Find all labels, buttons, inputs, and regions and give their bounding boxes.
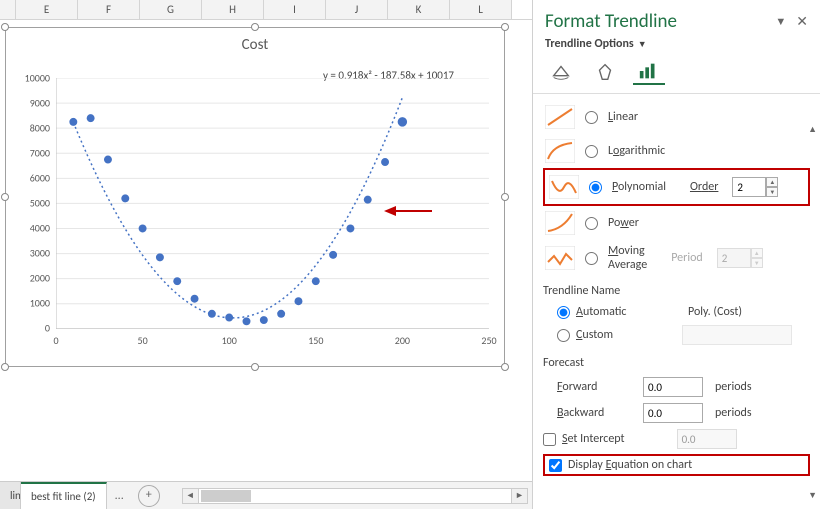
col-I[interactable]: I <box>264 0 326 19</box>
sheet-tab-active[interactable]: best fit line (2) <box>21 482 107 509</box>
col-H[interactable]: H <box>202 0 264 19</box>
logarithmic-label[interactable]: Logarithmic <box>608 144 665 158</box>
power-icon <box>543 210 577 236</box>
polynomial-label[interactable]: Polynomial <box>612 180 666 194</box>
set-intercept-value: 0.0 <box>677 429 737 449</box>
format-trendline-panel: Format Trendline ▼ ✕ Trendline Options ▼… <box>532 0 820 509</box>
moving-average-icon <box>543 245 577 271</box>
order-up[interactable]: ▲ <box>766 177 778 187</box>
order-down[interactable]: ▼ <box>766 187 778 197</box>
linear-label[interactable]: Linear <box>608 110 638 124</box>
forward-unit: periods <box>715 380 752 394</box>
automatic-name-value: Poly. (Cost) <box>688 305 742 319</box>
linear-radio[interactable] <box>585 111 598 124</box>
trendline-name-section: Trendline Name <box>543 276 810 302</box>
forward-label: Forward <box>557 380 637 394</box>
close-icon[interactable]: ✕ <box>796 13 808 30</box>
custom-label[interactable]: Custom <box>576 328 656 342</box>
chevron-down-icon[interactable]: ▼ <box>636 39 647 50</box>
resize-handle[interactable] <box>1 23 9 31</box>
period-input <box>717 248 751 268</box>
automatic-label[interactable]: Automatic <box>576 305 656 319</box>
col-J[interactable]: J <box>326 0 388 19</box>
custom-name-input[interactable] <box>682 325 792 345</box>
backward-label: Backward <box>557 406 637 420</box>
moving-average-radio[interactable] <box>585 252 598 265</box>
col-F[interactable]: F <box>78 0 140 19</box>
scroll-left-button[interactable]: ◄ <box>183 489 199 503</box>
resize-handle[interactable] <box>501 193 509 201</box>
display-equation-label[interactable]: Display Equation on chart <box>568 458 692 472</box>
effects-tab-icon[interactable] <box>589 59 621 85</box>
tabs-overflow[interactable]: ... <box>107 489 132 503</box>
automatic-radio[interactable] <box>557 306 570 319</box>
col-E[interactable]: E <box>16 0 78 19</box>
resize-handle[interactable] <box>251 363 259 371</box>
column-headers: E F G H I J K L <box>0 0 532 20</box>
fill-line-tab-icon[interactable] <box>545 59 577 85</box>
power-label[interactable]: Power <box>608 216 639 230</box>
period-up: ▲ <box>751 248 763 258</box>
polynomial-icon <box>547 174 581 200</box>
logarithmic-icon <box>543 138 577 164</box>
sheet-tabs: line best fit line (2) ... + ◄ ► <box>0 481 532 509</box>
resize-handle[interactable] <box>501 23 509 31</box>
linear-icon <box>543 104 577 130</box>
panel-title: Format Trendline <box>545 10 765 33</box>
sheet-tab[interactable]: line <box>0 482 21 509</box>
logarithmic-radio[interactable] <box>585 145 598 158</box>
order-label: Order <box>690 180 718 194</box>
y-axis: 0100020003000400050006000700080009000100… <box>6 78 54 328</box>
scroll-thumb[interactable] <box>201 490 251 502</box>
forward-input[interactable] <box>643 377 703 397</box>
panel-subtitle[interactable]: Trendline Options <box>545 37 634 51</box>
resize-handle[interactable] <box>501 363 509 371</box>
col-L[interactable]: L <box>450 0 512 19</box>
set-intercept-checkbox[interactable] <box>543 433 556 446</box>
period-down: ▼ <box>751 258 763 268</box>
scroll-right-button[interactable]: ► <box>511 489 527 503</box>
col-K[interactable]: K <box>388 0 450 19</box>
chart-title[interactable]: Cost <box>6 36 504 54</box>
chart-object[interactable]: Cost y = 0.918x² - 187.58x + 10017 01000… <box>5 27 505 367</box>
col-stub <box>0 0 16 19</box>
scroll-down-icon[interactable]: ▼ <box>808 490 817 501</box>
backward-unit: periods <box>715 406 752 420</box>
display-equation-checkbox[interactable] <box>549 459 562 472</box>
scroll-up-icon[interactable]: ▲ <box>808 124 817 135</box>
backward-input[interactable] <box>643 403 703 423</box>
resize-handle[interactable] <box>1 363 9 371</box>
col-G[interactable]: G <box>140 0 202 19</box>
set-intercept-label[interactable]: Set Intercept <box>562 432 625 446</box>
x-axis: 050100150200250 <box>56 334 489 356</box>
order-input[interactable] <box>732 177 766 197</box>
custom-radio[interactable] <box>557 329 570 342</box>
power-radio[interactable] <box>585 217 598 230</box>
forecast-section: Forecast <box>543 348 810 374</box>
resize-handle[interactable] <box>251 23 259 31</box>
panel-dropdown-icon[interactable]: ▼ <box>775 15 786 28</box>
moving-average-label[interactable]: MovingAverage <box>608 244 647 272</box>
polynomial-radio[interactable] <box>589 181 602 194</box>
trendline-options-tab-icon[interactable] <box>633 59 665 85</box>
add-sheet-button[interactable]: + <box>138 485 160 507</box>
annotation-arrow <box>384 203 434 219</box>
period-label: Period <box>671 251 703 265</box>
horizontal-scrollbar[interactable]: ◄ ► <box>182 488 528 504</box>
